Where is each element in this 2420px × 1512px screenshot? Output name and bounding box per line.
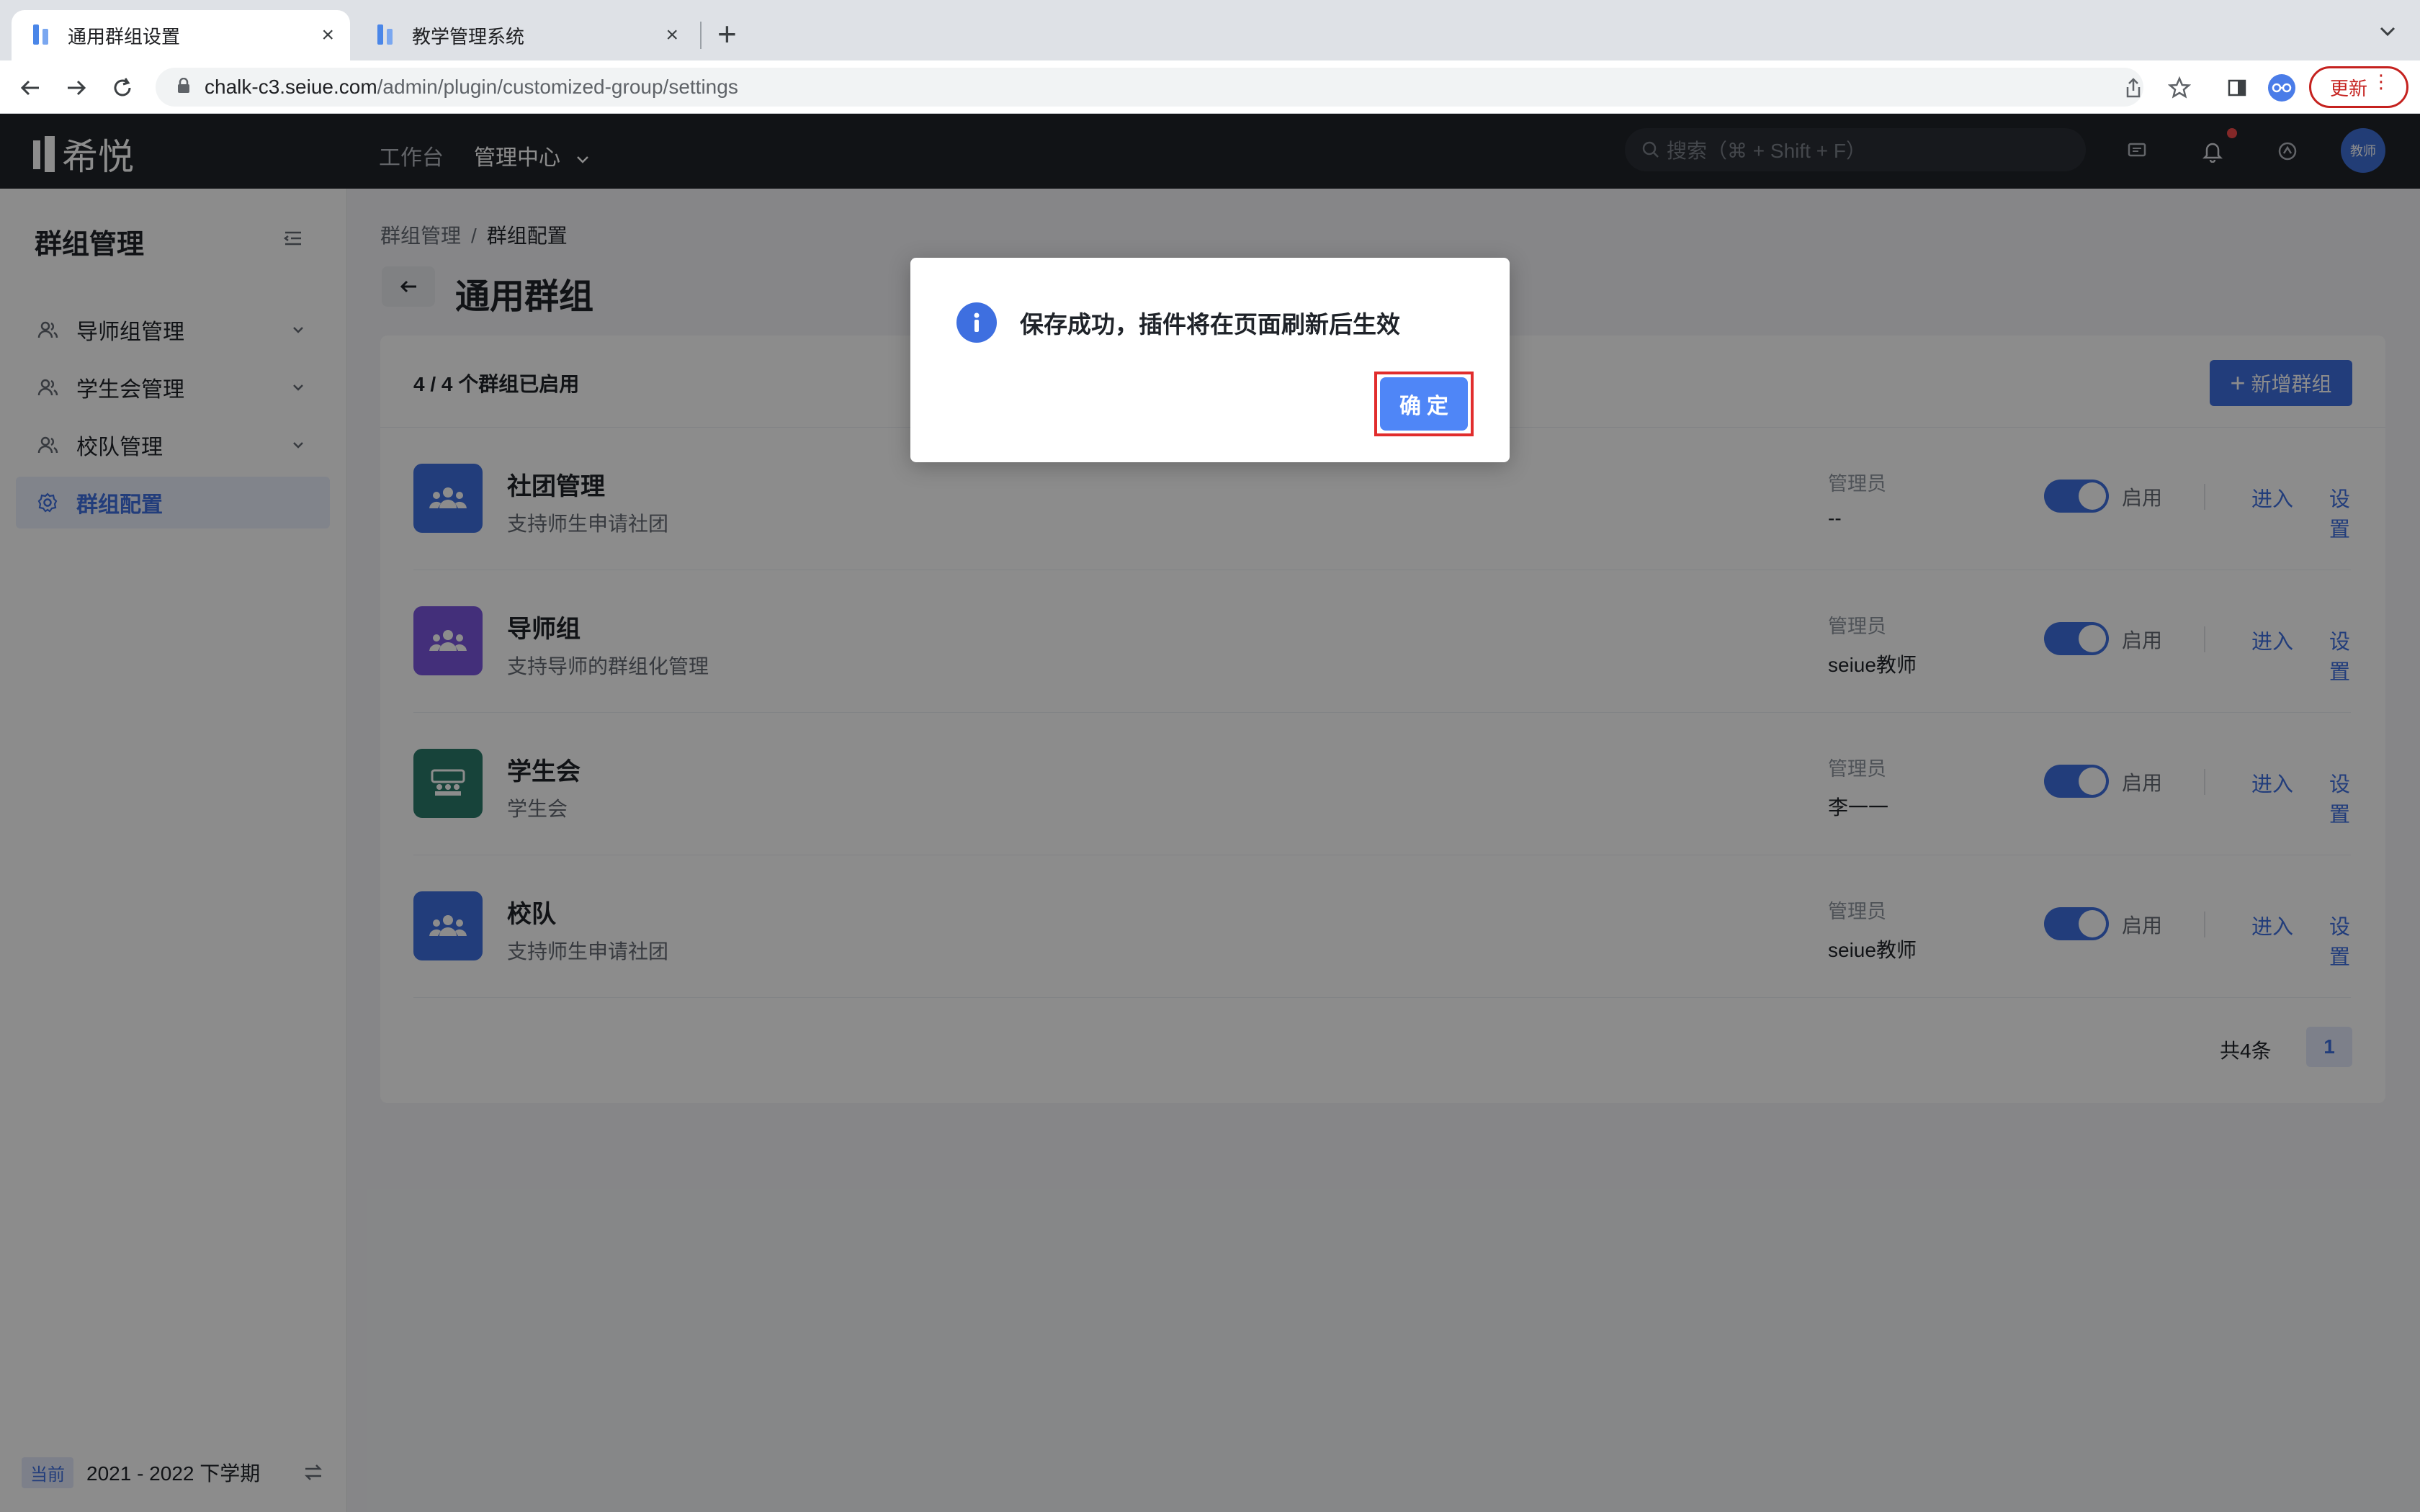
site-favicon-icon [377,24,396,46]
more-menu-icon: ⋮ [2372,71,2390,92]
info-icon [956,302,997,343]
share-icon[interactable] [2119,73,2148,102]
tab-divider [700,22,702,49]
tab-title: 教学管理系统 [412,25,525,48]
profile-avatar-icon[interactable] [2267,73,2296,102]
confirm-dialog: 保存成功，插件将在页面刷新后生效 确定 [910,258,1510,462]
tab-close-icon[interactable]: × [321,23,334,48]
update-label: 更新 [2330,77,2368,99]
browser-tab[interactable]: 教学管理系统 × [356,10,694,60]
new-tab-icon[interactable]: + [717,17,737,50]
browser-toolbar: chalk-c3.seiue.com/admin/plugin/customiz… [0,60,2420,114]
lock-icon [177,76,190,99]
dialog-message: 保存成功，插件将在页面刷新后生效 [1020,311,1400,338]
side-panel-icon[interactable] [2223,73,2251,102]
browser-tab-bar: 通用群组设置 × 教学管理系统 × + [0,0,2420,60]
tab-title: 通用群组设置 [68,25,181,48]
ok-button[interactable]: 确定 [1380,377,1468,431]
url-bar[interactable]: chalk-c3.seiue.com/admin/plugin/customiz… [156,68,2143,107]
bookmark-star-icon[interactable] [2165,73,2194,102]
url-path: /admin/plugin/customized-group/settings [377,76,738,98]
reload-icon[interactable] [108,73,137,102]
url-host: chalk-c3.seiue.com [205,76,377,98]
tab-search-chevron-icon[interactable] [2377,20,2398,42]
site-favicon-icon [33,24,52,46]
tab-close-icon[interactable]: × [666,23,678,48]
back-arrow-icon[interactable] [16,73,45,102]
browser-tab-active[interactable]: 通用群组设置 × [12,10,350,60]
browser-update-button[interactable]: 更新 ⋮ [2309,66,2408,108]
forward-arrow-icon[interactable] [62,73,91,102]
